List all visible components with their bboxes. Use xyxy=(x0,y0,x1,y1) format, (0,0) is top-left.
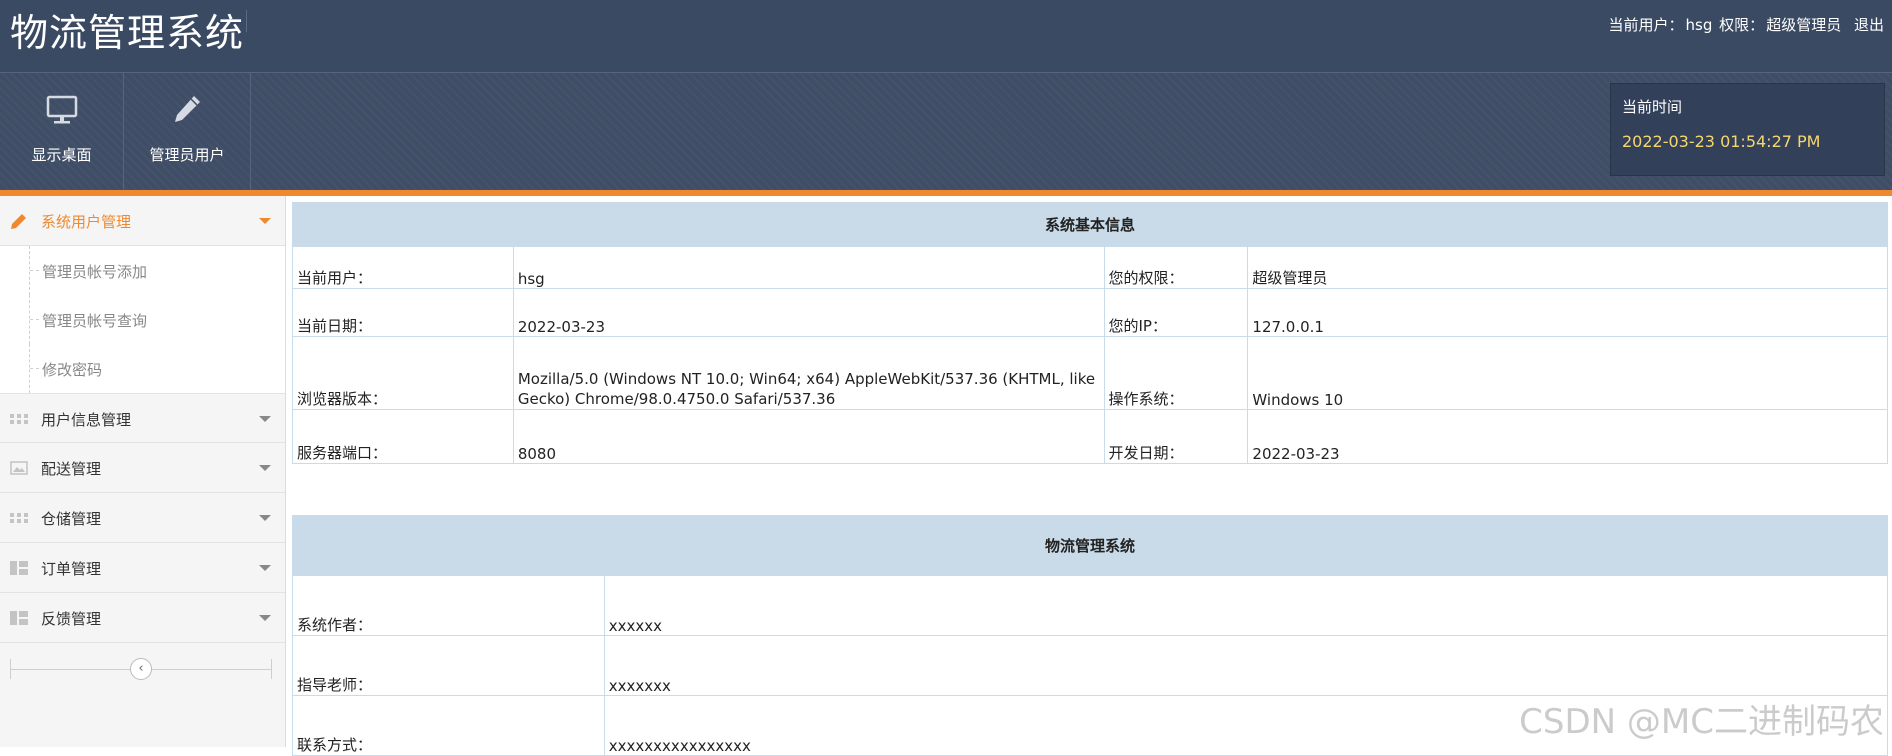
divider-tick xyxy=(271,659,272,679)
chevron-down-icon xyxy=(259,218,271,224)
user-info-bar: 当前用户： hsg 权限： 超级管理员 退出 xyxy=(1607,14,1884,35)
cell-value: xxxxxxx xyxy=(603,635,1889,696)
clock-panel: 当前时间 2022-03-23 01:54:27 PM xyxy=(1610,83,1885,176)
table-caption-row: 系统基本信息 xyxy=(292,202,1888,247)
sidebar-collapse-row: ‹ xyxy=(0,643,285,695)
title-divider xyxy=(246,10,247,32)
table-row: 系统作者： xxxxxx xyxy=(292,575,1889,636)
submenu-label: 管理员帐号添加 xyxy=(42,263,148,281)
menu-label: 仓储管理 xyxy=(41,510,102,528)
role-value: 超级管理员 xyxy=(1766,16,1842,34)
current-user-label: 当前用户： xyxy=(1608,16,1684,34)
toolbar-divider xyxy=(0,72,1892,73)
current-user-name: hsg xyxy=(1685,16,1713,34)
chevron-down-icon xyxy=(259,416,271,422)
tree-branch xyxy=(30,270,39,271)
cell-value: xxxxxx xyxy=(603,575,1889,636)
clock-label: 当前时间 xyxy=(1622,98,1683,116)
menu-group-delivery[interactable]: 配送管理 xyxy=(0,443,285,493)
sidebar: 系统用户管理 管理员帐号添加 管理员帐号查询 修改密码 用户信息管理 配送管理 xyxy=(0,196,286,747)
cell-label: 您的IP： xyxy=(1103,288,1249,337)
cell-label: 当前日期： xyxy=(292,288,514,337)
submenu-system-users: 管理员帐号添加 管理员帐号查询 修改密码 xyxy=(0,246,285,393)
submenu-item-change-password[interactable]: 修改密码 xyxy=(0,344,285,393)
cell-label: 操作系统： xyxy=(1103,336,1249,410)
cell-value: 8080 xyxy=(512,409,1105,464)
table-row: 浏览器版本： Mozilla/5.0 (Windows NT 10.0; Win… xyxy=(292,336,1888,410)
menu-group-user-info[interactable]: 用户信息管理 xyxy=(0,393,285,443)
menu-label: 反馈管理 xyxy=(41,610,102,628)
menu-group-feedback[interactable]: 反馈管理 xyxy=(0,593,285,643)
cell-value: hsg xyxy=(512,246,1105,289)
tree-branch xyxy=(30,368,39,369)
clock-value: 2022-03-23 01:54:27 PM xyxy=(1622,132,1821,151)
menu-label: 系统用户管理 xyxy=(41,213,132,231)
layout-icon xyxy=(10,610,28,626)
collapse-sidebar-button[interactable]: ‹ xyxy=(130,658,152,680)
submenu-label: 管理员帐号查询 xyxy=(42,312,148,330)
admin-user-label: 管理员用户 xyxy=(149,146,225,164)
basic-info-caption: 系统基本信息 xyxy=(292,202,1888,247)
grid-icon xyxy=(10,510,28,526)
cell-value: Windows 10 xyxy=(1247,336,1888,410)
cell-value: 2022-03-23 xyxy=(512,288,1105,337)
logout-link[interactable]: 退出 xyxy=(1854,16,1884,34)
top-header: 物流管理系统 当前用户： hsg 权限： 超级管理员 退出 xyxy=(0,0,1892,72)
main-content: 系统基本信息 当前用户： hsg 您的权限： 超级管理员 当前日期： 2022-… xyxy=(287,196,1892,756)
admin-user-button[interactable]: 管理员用户 xyxy=(124,72,251,191)
menu-label: 订单管理 xyxy=(41,560,102,578)
submenu-item-add-admin[interactable]: 管理员帐号添加 xyxy=(0,246,285,295)
cell-label: 系统作者： xyxy=(292,575,605,636)
table-row: 服务器端口： 8080 开发日期： 2022-03-23 xyxy=(292,409,1888,464)
table-row: 当前用户： hsg 您的权限： 超级管理员 xyxy=(292,246,1888,289)
role-label: 权限： xyxy=(1719,16,1765,34)
cell-label: 当前用户： xyxy=(292,246,514,289)
menu-group-system-users[interactable]: 系统用户管理 xyxy=(0,196,285,246)
cell-value: 127.0.0.1 xyxy=(1247,288,1888,337)
cell-label: 服务器端口： xyxy=(292,409,514,464)
chevron-down-icon xyxy=(259,565,271,571)
cell-value: 2022-03-23 xyxy=(1247,409,1888,464)
chevron-down-icon xyxy=(259,515,271,521)
submenu-label: 修改密码 xyxy=(42,361,103,379)
cell-label: 浏览器版本： xyxy=(292,336,514,410)
submenu-item-query-admin[interactable]: 管理员帐号查询 xyxy=(0,295,285,344)
cell-label: 您的权限： xyxy=(1103,246,1249,289)
grid-icon xyxy=(10,411,28,427)
menu-group-orders[interactable]: 订单管理 xyxy=(0,543,285,593)
cell-label: 指导老师： xyxy=(292,635,605,696)
chevron-down-icon xyxy=(259,465,271,471)
toolbar xyxy=(0,72,1892,191)
cell-value: 超级管理员 xyxy=(1247,246,1888,289)
cell-label: 开发日期： xyxy=(1103,409,1249,464)
table-row: 指导老师： xxxxxxx xyxy=(292,635,1889,696)
system-info-caption: 物流管理系统 xyxy=(292,515,1888,576)
menu-group-warehouse[interactable]: 仓储管理 xyxy=(0,493,285,543)
basic-info-table: 系统基本信息 当前用户： hsg 您的权限： 超级管理员 当前日期： 2022-… xyxy=(292,202,1888,464)
pencil-icon xyxy=(10,213,28,229)
image-icon xyxy=(10,460,28,476)
show-desktop-label: 显示桌面 xyxy=(31,146,92,164)
monitor-icon xyxy=(42,90,82,130)
table-row: 当前日期： 2022-03-23 您的IP： 127.0.0.1 xyxy=(292,288,1888,337)
menu-label: 配送管理 xyxy=(41,460,102,478)
menu-label: 用户信息管理 xyxy=(41,411,132,429)
show-desktop-button[interactable]: 显示桌面 xyxy=(0,72,124,191)
app-title: 物流管理系统 xyxy=(10,11,245,55)
chevron-down-icon xyxy=(259,615,271,621)
pencil-icon xyxy=(167,90,207,130)
tree-branch xyxy=(30,319,39,320)
watermark: CSDN @MC二进制码农 xyxy=(1519,702,1884,742)
layout-icon xyxy=(10,560,28,576)
table-caption-row: 物流管理系统 xyxy=(292,515,1888,576)
cell-value: Mozilla/5.0 (Windows NT 10.0; Win64; x64… xyxy=(512,336,1105,410)
